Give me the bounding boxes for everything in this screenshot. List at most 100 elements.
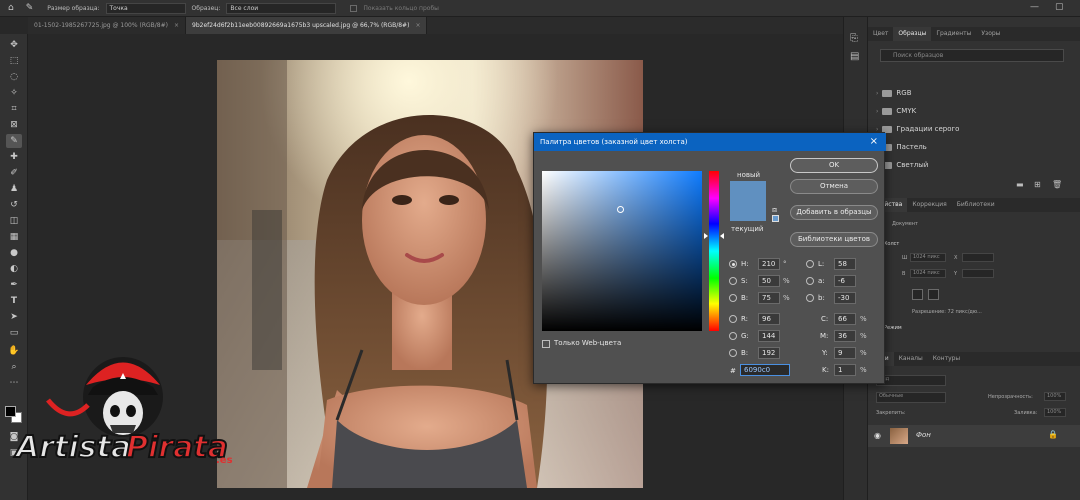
type-tool-icon[interactable]: T: [6, 294, 22, 308]
home-icon[interactable]: ⌂: [8, 3, 14, 13]
tab-patterns[interactable]: Узоры: [976, 27, 1005, 41]
hex-input[interactable]: 6090c0: [740, 364, 790, 376]
history-brush-icon[interactable]: ↺: [6, 198, 22, 212]
web-only-label: Только Web-цвета: [554, 339, 622, 347]
green-input[interactable]: 144: [758, 330, 780, 342]
foreground-color-swatch[interactable]: [5, 406, 16, 417]
marquee-tool-icon[interactable]: ⬚: [6, 54, 22, 68]
eraser-tool-icon[interactable]: ◫: [6, 214, 22, 228]
eyedropper-icon[interactable]: ✎: [26, 3, 34, 13]
green-radio[interactable]: [729, 332, 737, 340]
history-icon[interactable]: ⎘: [850, 33, 858, 44]
yellow-input[interactable]: 9: [834, 347, 856, 359]
eyedropper-tool-icon[interactable]: ✎: [6, 134, 22, 148]
comments-icon[interactable]: ▤: [850, 51, 859, 62]
new-group-icon[interactable]: ▬: [1016, 180, 1024, 189]
swatch-search-input[interactable]: Поиск образцов: [880, 49, 1064, 62]
dodge-tool-icon[interactable]: ◐: [6, 262, 22, 276]
swatch-group-grayscale[interactable]: › Градации серого: [876, 123, 959, 135]
sample-size-select[interactable]: Точка: [105, 2, 186, 14]
healing-brush-icon[interactable]: ✚: [6, 150, 22, 164]
red-input[interactable]: 96: [758, 313, 780, 325]
opacity-field[interactable]: 100%: [1044, 392, 1066, 401]
sample-size-label: Размер образца:: [47, 4, 100, 12]
tab-adjustments[interactable]: Коррекция: [907, 198, 951, 212]
cancel-button[interactable]: Отмена: [790, 179, 878, 194]
hue-slider-left-handle[interactable]: [704, 233, 708, 239]
web-only-checkbox[interactable]: [542, 340, 550, 348]
layer-kind-filter[interactable]: Вид: [876, 375, 946, 386]
maximize-button[interactable]: ▢: [1055, 2, 1064, 12]
hue-radio[interactable]: [729, 260, 737, 268]
close-icon[interactable]: ×: [870, 133, 878, 151]
color-picker-ring[interactable]: [617, 206, 624, 213]
x-field[interactable]: [962, 253, 994, 262]
delete-icon[interactable]: 🗑: [1052, 180, 1062, 189]
sample-select[interactable]: Все слои: [226, 2, 337, 14]
brush-tool-icon[interactable]: ✐: [6, 166, 22, 180]
cyan-input[interactable]: 66: [834, 313, 856, 325]
minimize-button[interactable]: —: [1030, 2, 1039, 12]
blend-mode-select[interactable]: Обычные: [876, 392, 946, 403]
doc-tab-2[interactable]: 9b2ef24d6f2b11eeb00892669a1675b3 upscale…: [186, 17, 428, 34]
close-icon[interactable]: ×: [415, 22, 420, 29]
saturation-brightness-field[interactable]: [542, 171, 702, 331]
right-panels: Цвет Образцы Градиенты Узоры Поиск образ…: [868, 17, 1080, 500]
lab-b-radio[interactable]: [806, 294, 814, 302]
current-color-swatch[interactable]: [730, 201, 766, 221]
doc-tab-1[interactable]: 01-1502-1985267725.jpg @ 100% (RGB/8#) ×: [28, 17, 186, 34]
lab-l-input[interactable]: 58: [834, 258, 856, 270]
ok-button[interactable]: OK: [790, 158, 878, 173]
cube-icon[interactable]: ⧈: [772, 205, 777, 215]
color-libraries-button[interactable]: Библиотеки цветов: [790, 232, 878, 247]
web-safe-swatch-icon[interactable]: [772, 215, 779, 222]
tab-paths[interactable]: Контуры: [928, 352, 965, 366]
show-ring-checkbox[interactable]: [350, 4, 358, 12]
hue-input[interactable]: 210: [758, 258, 780, 270]
swatch-group-rgb[interactable]: › RGB: [876, 87, 912, 99]
blue-input[interactable]: 192: [758, 347, 780, 359]
saturation-radio[interactable]: [729, 277, 737, 285]
key-input[interactable]: 1: [834, 364, 856, 376]
magenta-input[interactable]: 36: [834, 330, 856, 342]
new-swatch-icon[interactable]: ⊞: [1034, 180, 1041, 189]
tab-swatches[interactable]: Образцы: [893, 27, 932, 41]
quick-select-tool-icon[interactable]: ✧: [6, 86, 22, 100]
orientation-landscape-icon[interactable]: [928, 289, 939, 300]
tab-color[interactable]: Цвет: [868, 27, 893, 41]
red-radio[interactable]: [729, 315, 737, 323]
layer-row[interactable]: ◉ Фон 🔒: [868, 425, 1080, 447]
move-tool-icon[interactable]: ✥: [6, 38, 22, 52]
height-field[interactable]: 1024 пикс: [910, 269, 946, 278]
blue-radio[interactable]: [729, 349, 737, 357]
hue-slider[interactable]: [709, 171, 719, 331]
stamp-tool-icon[interactable]: ♟: [6, 182, 22, 196]
orientation-portrait-icon[interactable]: [912, 289, 923, 300]
saturation-input[interactable]: 50: [758, 275, 780, 287]
gradient-tool-icon[interactable]: ▦: [6, 230, 22, 244]
lab-a-radio[interactable]: [806, 277, 814, 285]
shape-tool-icon[interactable]: ▭: [6, 326, 22, 340]
crop-tool-icon[interactable]: ⌗: [6, 102, 22, 116]
blur-tool-icon[interactable]: ●: [6, 246, 22, 260]
visibility-eye-icon[interactable]: ◉: [874, 431, 881, 440]
close-icon[interactable]: ×: [174, 22, 179, 29]
brightness-radio[interactable]: [729, 294, 737, 302]
add-to-swatches-button[interactable]: Добавить в образцы: [790, 205, 878, 220]
width-field[interactable]: 1024 пикс: [910, 253, 946, 262]
brightness-input[interactable]: 75: [758, 292, 780, 304]
lab-l-radio[interactable]: [806, 260, 814, 268]
path-select-icon[interactable]: ➤: [6, 310, 22, 324]
pen-tool-icon[interactable]: ✒: [6, 278, 22, 292]
lab-a-input[interactable]: -6: [834, 275, 856, 287]
tab-libraries[interactable]: Библиотеки: [952, 198, 1000, 212]
hue-slider-right-handle[interactable]: [720, 233, 724, 239]
tab-channels[interactable]: Каналы: [894, 352, 928, 366]
lasso-tool-icon[interactable]: ◌: [6, 70, 22, 84]
lab-b-input[interactable]: -30: [834, 292, 856, 304]
swatch-group-cmyk[interactable]: › CMYK: [876, 105, 916, 117]
tab-gradients[interactable]: Градиенты: [931, 27, 976, 41]
y-field[interactable]: [962, 269, 994, 278]
frame-tool-icon[interactable]: ⊠: [6, 118, 22, 132]
fill-field[interactable]: 100%: [1044, 408, 1066, 417]
